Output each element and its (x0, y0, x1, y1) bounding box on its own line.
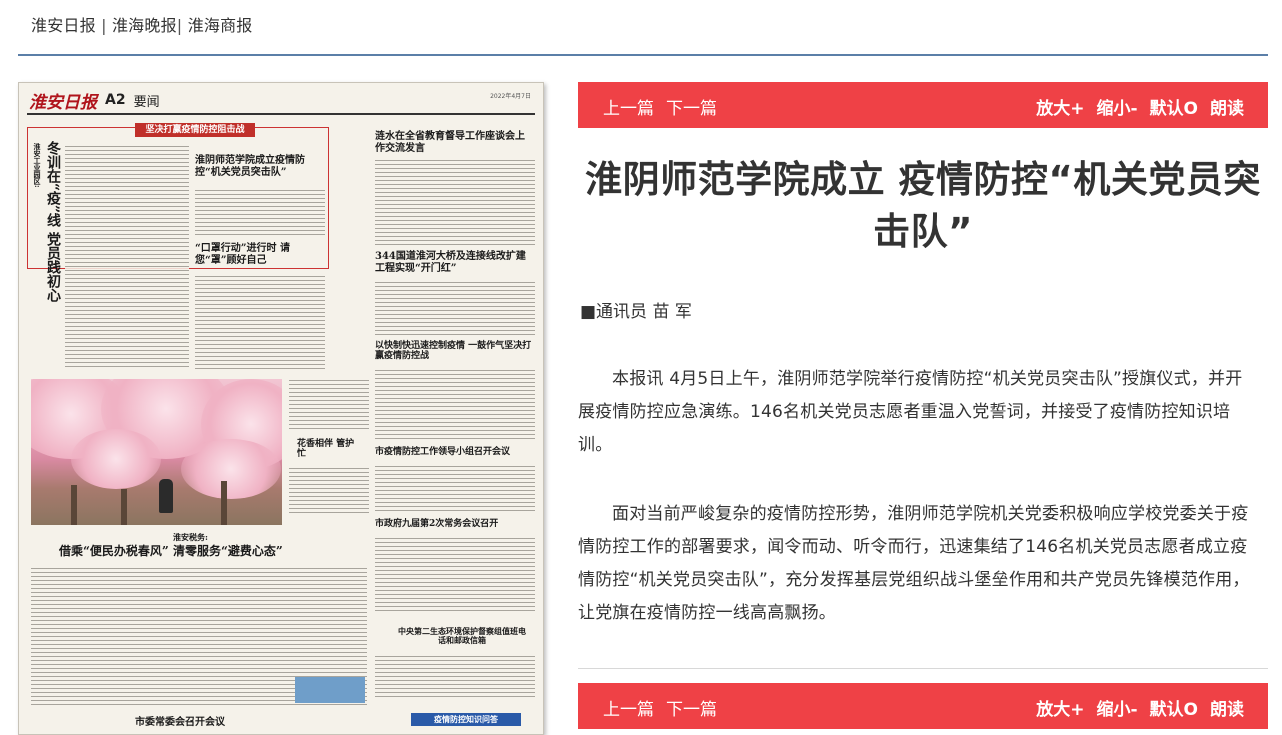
site-header: 淮安日报 | 淮海晚报| 淮海商报 (0, 0, 1282, 54)
headline-inspection[interactable]: 中央第二生态环境保护督察组值班电话和邮政信箱 (397, 626, 527, 645)
page-section: 要闻 (133, 94, 160, 110)
article-divider (578, 668, 1268, 669)
read-aloud-button[interactable]: 朗读 (1210, 99, 1244, 119)
text-column (375, 157, 535, 245)
headline-mask[interactable]: “口罩行动”进行时 请您“罩”顾好自己 (195, 243, 315, 266)
text-column (65, 143, 189, 369)
lead-title: 冬训在“疫”线 党员践初心 (45, 141, 61, 302)
article-toolbar-top: 上一篇 下一篇 放大+ 缩小- 默认O 朗读 (578, 82, 1268, 128)
text-column (375, 535, 535, 611)
blossom-shape (181, 439, 281, 499)
promo-graphic (295, 677, 365, 703)
topic-banner: 坚决打赢疫情防控阻击战 (135, 123, 255, 137)
article-paragraph: 面对当前严峻复杂的疫情防控形势，淮阴师范学院机关党委积极响应学校党委关于疫情防控… (578, 504, 1250, 623)
peach-blossom-photo[interactable] (31, 379, 282, 525)
article-author: ■通讯员 苗 军 (580, 302, 692, 322)
headline-epidemic[interactable]: 以快制快迅速控制疫情 一鼓作气坚决打赢疫情防控战 (375, 341, 535, 362)
photo-caption: 花香相伴 管护忙 (297, 439, 355, 460)
zoom-in-button[interactable]: 放大+ (1036, 99, 1084, 119)
reading-tools: 放大+ 缩小- 默认O 朗读 (1024, 94, 1244, 119)
article-title: 淮阴师范学院成立 疫情防控“机关党员突击队” (585, 158, 1261, 253)
tree-trunk (221, 481, 227, 525)
link-separator: | (176, 16, 188, 35)
header-divider (18, 54, 1268, 56)
article-toolbar-bottom: 上一篇 下一篇 放大+ 缩小- 默认O 朗读 (578, 683, 1268, 729)
headline-bridge[interactable]: 344国道淮河大桥及连接线改扩建工程实现“开门红” (375, 251, 535, 274)
link-huaihai-evening[interactable]: 淮海晚报 (112, 16, 177, 35)
prev-article-link[interactable]: 上一篇 (603, 700, 654, 720)
headline-tax[interactable]: 借乘“便民办税春风” 清零服务“避费心态” (59, 544, 379, 559)
site-links: 淮安日报 | 淮海晚报| 淮海商报 (31, 12, 253, 36)
reset-size-button[interactable]: 默认O (1150, 99, 1198, 119)
article-nav: 上一篇 下一篇 (603, 695, 729, 720)
tax-kicker: 淮安税务: (173, 532, 208, 542)
next-article-link[interactable]: 下一篇 (666, 99, 717, 119)
prev-article-link[interactable]: 上一篇 (603, 99, 654, 119)
newspaper-page-image[interactable]: 淮安日报 A2 要闻 2022年4月7日 坚决打赢疫情防控阻击战 淮安工业园区:… (18, 82, 544, 735)
reset-size-button[interactable]: 默认O (1150, 700, 1198, 720)
quiz-banner: 疫情防控知识问答 (411, 713, 521, 726)
zoom-out-button[interactable]: 缩小- (1096, 700, 1137, 720)
link-huaian-daily[interactable]: 淮安日报 (31, 16, 96, 35)
blossom-shape (71, 429, 161, 489)
next-article-link[interactable]: 下一篇 (666, 700, 717, 720)
link-separator: | (95, 16, 112, 35)
zoom-out-button[interactable]: 缩小- (1096, 99, 1137, 119)
article-nav: 上一篇 下一篇 (603, 94, 729, 119)
headline-leadership[interactable]: 市疫情防控工作领导小组召开会议 (375, 447, 535, 457)
tree-trunk (121, 489, 127, 525)
masthead-logo: 淮安日报 (29, 92, 97, 113)
lead-kicker: 淮安工业园区: (33, 143, 42, 188)
zoom-in-button[interactable]: 放大+ (1036, 700, 1084, 720)
worker-figure (159, 479, 173, 513)
text-column (195, 273, 325, 369)
newspaper-masthead: 淮安日报 A2 要闻 (29, 89, 160, 113)
text-column (289, 377, 369, 429)
page-number: A2 (105, 92, 126, 108)
headline-jsxy[interactable]: 淮阴师范学院成立疫情防控“机关党员突击队” (195, 155, 325, 178)
masthead-rule (27, 113, 535, 115)
tree-trunk (71, 485, 77, 525)
article-paragraph: 本报讯 4月5日上午，淮阴师范学院举行疫情防控“机关党员突击队”授旗仪式，并开展… (578, 369, 1243, 455)
headline-committee[interactable]: 市委常委会召开会议 (135, 717, 275, 729)
text-column (375, 653, 535, 697)
headline-lianshui[interactable]: 涟水在全省教育督导工作座谈会上作交流发言 (375, 131, 525, 154)
text-column (375, 463, 535, 513)
reading-tools: 放大+ 缩小- 默认O 朗读 (1024, 695, 1244, 720)
masthead-date: 2022年4月7日 (490, 93, 531, 100)
text-column (195, 187, 325, 237)
link-huaihai-business[interactable]: 淮海商报 (188, 16, 253, 35)
text-column (375, 367, 535, 441)
read-aloud-button[interactable]: 朗读 (1210, 700, 1244, 720)
text-column (289, 465, 369, 515)
headline-government[interactable]: 市政府九届第2次常务会议召开 (375, 519, 535, 529)
text-column (375, 279, 535, 335)
